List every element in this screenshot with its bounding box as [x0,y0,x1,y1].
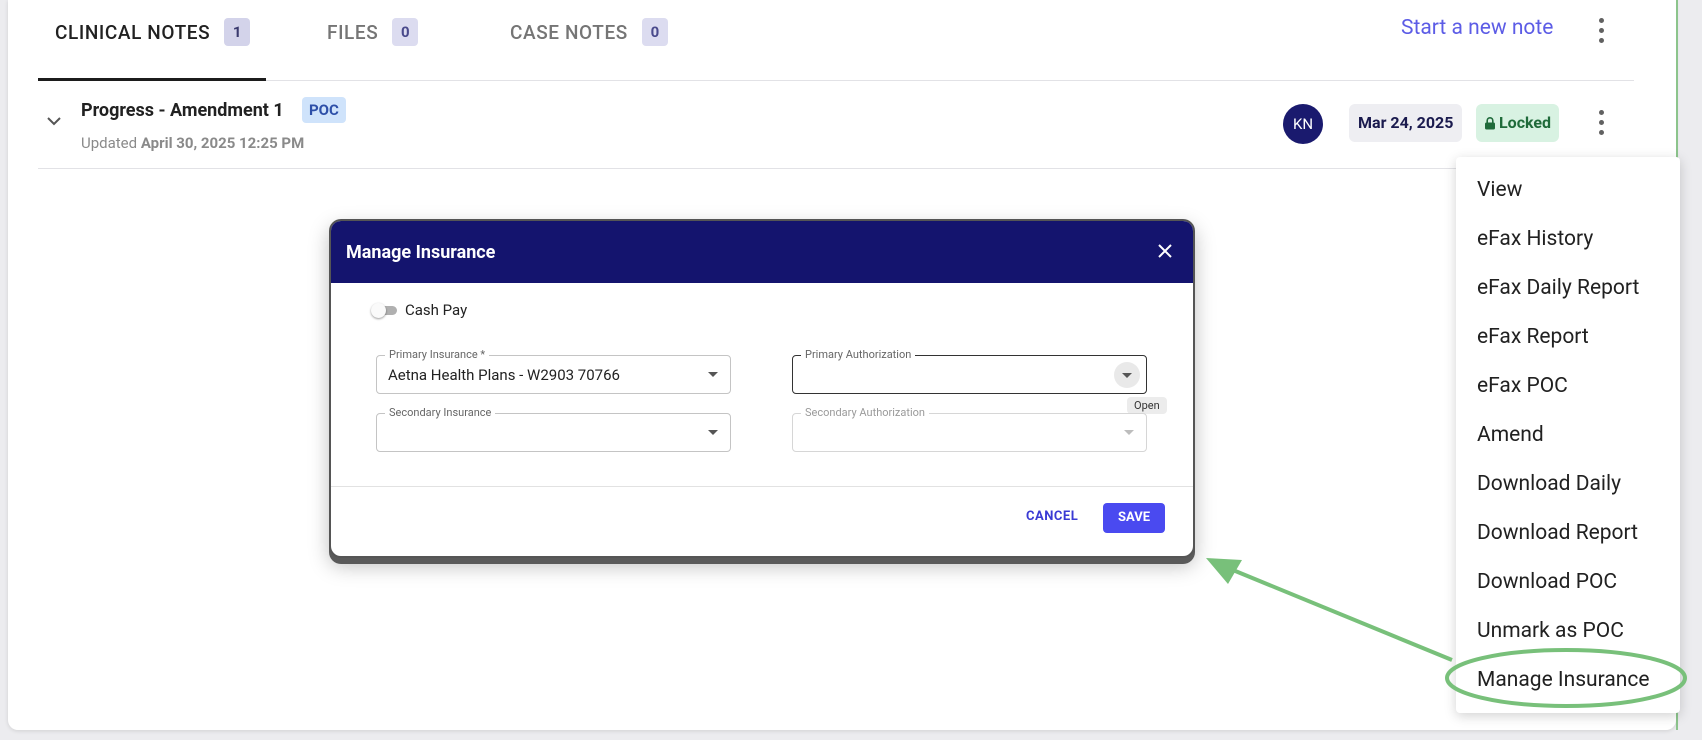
open-tooltip: Open [1127,397,1167,414]
secondary-authorization-select: Secondary Authorization [792,406,1147,452]
tab-label: CLINICAL NOTES [55,20,211,44]
status-badge: Locked [1476,104,1560,142]
status-label: Locked [1499,113,1552,132]
tab-count-badge: 0 [392,18,419,46]
chevron-down-icon[interactable] [708,372,718,377]
menu-item-efax-report[interactable]: eFax Report [1477,325,1589,349]
updated-timestamp: April 30, 2025 12:25 PM [140,134,305,152]
footer-divider [331,486,1193,487]
save-button[interactable]: SAVE [1103,503,1165,533]
menu-item-view[interactable]: View [1477,178,1522,202]
start-new-note-link[interactable]: Start a new note [1401,16,1553,40]
menu-item-efax-daily-report[interactable]: eFax Daily Report [1477,276,1639,300]
tab-count-badge: 0 [641,18,668,46]
note-title: Progress - Amendment 1 [81,100,284,121]
lock-icon [1485,116,1495,129]
tab-label: FILES [327,20,379,44]
note-date-chip: Mar 24, 2025 [1349,104,1463,142]
tab-label: CASE NOTES [510,20,628,44]
field-label: Secondary Authorization [801,406,929,420]
cancel-button[interactable]: CANCEL [1026,509,1078,524]
chevron-down-icon [1122,373,1132,378]
tab-clinical-notes[interactable]: CLINICAL NOTES 1 [55,18,251,46]
tab-count-badge: 1 [224,18,251,46]
cash-pay-row: Cash Pay [371,301,467,319]
updated-prefix: Updated [81,134,138,152]
menu-item-download-daily[interactable]: Download Daily [1477,472,1621,496]
menu-item-efax-history[interactable]: eFax History [1477,227,1593,251]
tab-case-notes[interactable]: CASE NOTES 0 [510,18,668,46]
menu-item-efax-poc[interactable]: eFax POC [1477,374,1568,398]
primary-authorization-select[interactable]: Primary Authorization [792,348,1147,394]
chevron-down-icon [1124,430,1134,435]
menu-item-amend[interactable]: Amend [1477,423,1544,447]
menu-item-download-poc[interactable]: Download POC [1477,570,1617,594]
more-options-icon[interactable] [1587,10,1615,50]
note-updated: Updated April 30, 2025 12:25 PM [81,134,304,152]
field-label: Secondary Insurance [385,406,496,420]
manage-insurance-dialog: Manage Insurance Cash Pay Primary Insura… [329,219,1195,558]
tabs-bar: CLINICAL NOTES 1 FILES 0 CASE NOTES 0 [38,0,1634,81]
dialog-header: Manage Insurance [331,221,1193,283]
cash-pay-toggle[interactable] [371,303,397,318]
secondary-insurance-select[interactable]: Secondary Insurance [376,406,731,452]
menu-item-download-report[interactable]: Download Report [1477,521,1638,545]
close-icon[interactable] [1155,241,1175,261]
chevron-down-icon[interactable] [708,430,718,435]
tab-files[interactable]: FILES 0 [327,18,419,46]
note-context-menu: View eFax History eFax Daily Report eFax… [1456,157,1680,713]
cash-pay-label: Cash Pay [405,301,468,319]
menu-item-manage-insurance[interactable]: Manage Insurance [1477,668,1650,692]
open-dropdown-button[interactable] [1114,362,1140,388]
field-label: Primary Insurance * [385,348,490,362]
primary-insurance-select[interactable]: Primary Insurance * Aetna Health Plans -… [376,348,731,394]
field-value: Aetna Health Plans - W2903 70766 [388,366,620,384]
chevron-down-icon[interactable] [46,116,62,126]
avatar: KN [1283,104,1323,144]
menu-item-unmark-as-poc[interactable]: Unmark as POC [1477,619,1624,643]
note-options-icon[interactable] [1587,102,1615,142]
poc-badge: POC [302,97,346,123]
field-label: Primary Authorization [801,348,916,362]
dialog-title: Manage Insurance [346,242,496,263]
note-row[interactable]: Progress - Amendment 1 POC Updated April… [38,80,1634,169]
